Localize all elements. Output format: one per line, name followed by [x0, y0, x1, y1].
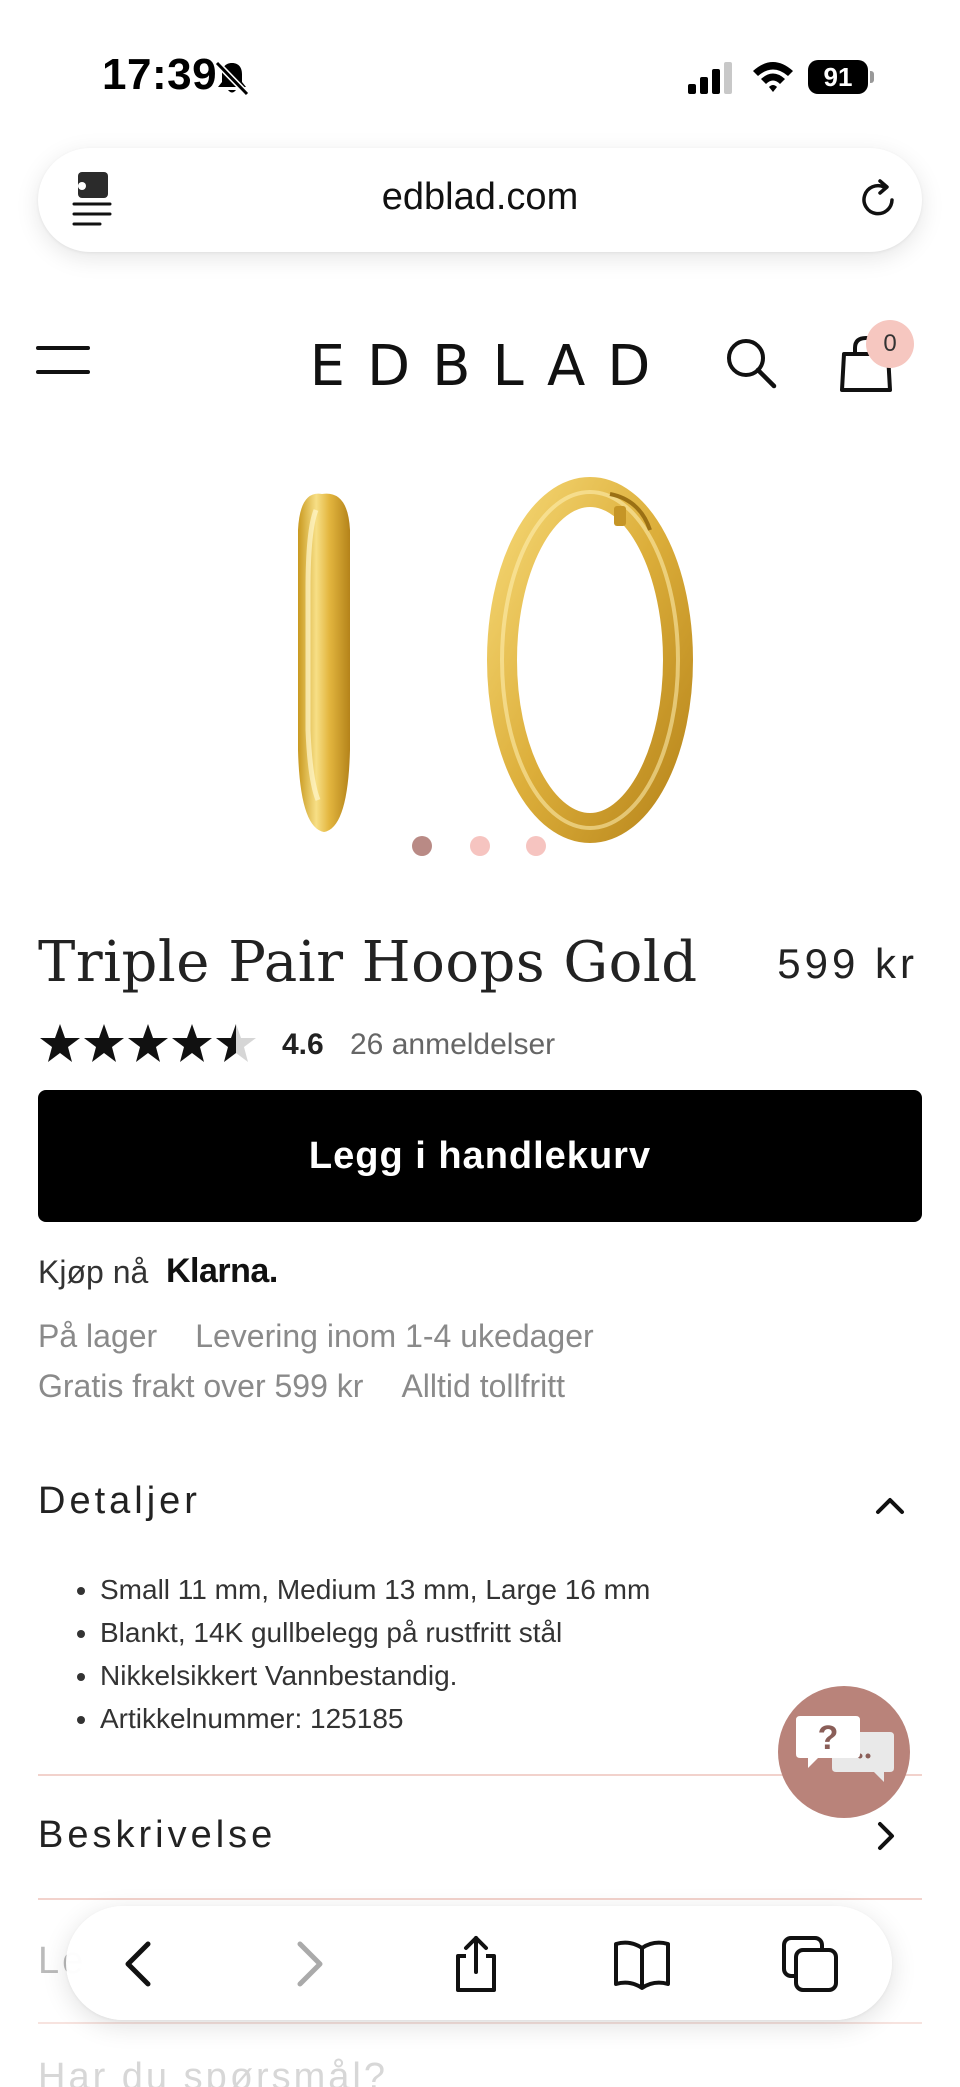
questions-section-header[interactable]: Har du spørsmål?: [38, 2056, 388, 2087]
address-bar[interactable]: edblad.com: [38, 148, 922, 252]
section-divider: [38, 2022, 922, 2024]
carousel-dot-1[interactable]: [412, 836, 432, 856]
shipping-info-row-1: På lager Levering inom 1-4 ukedager: [38, 1318, 632, 1355]
detail-item: Small 11 mm, Medium 13 mm, Large 16 mm: [100, 1568, 650, 1611]
chevron-right-icon[interactable]: [868, 1818, 904, 1854]
section-divider: [38, 1898, 922, 1900]
share-icon[interactable]: [446, 1934, 506, 1994]
details-list: Small 11 mm, Medium 13 mm, Large 16 mm B…: [100, 1568, 650, 1740]
site-logo[interactable]: EDBLAD: [0, 334, 960, 399]
cart-count-badge[interactable]: 0: [866, 320, 914, 368]
tabs-icon[interactable]: [780, 1934, 840, 1994]
bell-muted-icon: [214, 60, 250, 97]
url-text: edblad.com: [381, 176, 579, 218]
product-rating[interactable]: 4.6 26 anmeldelser: [38, 1020, 938, 1070]
site-header: EDBLAD: [0, 320, 960, 410]
add-to-cart-button[interactable]: Legg i handlekurv: [38, 1090, 922, 1222]
bookmarks-icon[interactable]: [612, 1934, 672, 1994]
carousel-dot-2[interactable]: [470, 836, 490, 856]
back-arrow-icon[interactable]: [110, 1934, 170, 1994]
detail-item: Nikkelsikkert Vannbestandig.: [100, 1654, 650, 1697]
cellular-signal-icon: [688, 62, 732, 94]
product-price: 599 kr: [777, 940, 918, 987]
detail-item: Blankt, 14K gullbelegg på rustfritt stål: [100, 1611, 650, 1654]
klarna-label: Kjøp nå: [38, 1254, 149, 1290]
shipping-info-row-2: Gratis frakt over 599 kr Alltid tollfritt: [38, 1368, 603, 1405]
status-bar: 17:39 91: [0, 0, 960, 150]
delivery-time: Levering inom 1-4 ukedager: [195, 1318, 594, 1354]
battery-level: 91: [808, 60, 868, 94]
status-time: 17:39: [102, 50, 218, 99]
product-title: Triple Pair Hoops Gold: [38, 930, 698, 995]
details-section-header[interactable]: Detaljer: [38, 1480, 201, 1523]
chat-help-button[interactable]: ?: [778, 1686, 910, 1818]
review-count-link[interactable]: 26 anmeldelser: [350, 1028, 555, 1062]
reload-icon[interactable]: [856, 178, 900, 222]
free-shipping-text: Gratis frakt over 599 kr: [38, 1368, 364, 1404]
product-image[interactable]: [0, 440, 960, 860]
chevron-up-icon[interactable]: [872, 1488, 908, 1524]
rating-value: 4.6: [282, 1028, 324, 1061]
carousel-dot-3[interactable]: [526, 836, 546, 856]
browser-toolbar: [66, 1906, 892, 2020]
detail-item: Artikkelnummer: 125185: [100, 1697, 650, 1740]
chat-question-icon: ?: [796, 1716, 894, 1782]
duty-free-text: Alltid tollfritt: [401, 1368, 566, 1404]
stock-status: På lager: [38, 1318, 158, 1354]
star-rating-icon: [40, 1024, 256, 1062]
wifi-icon: [753, 62, 793, 92]
svg-text:?: ?: [818, 1719, 839, 1757]
battery-indicator: 91: [808, 60, 874, 94]
description-section-header[interactable]: Beskrivelse: [38, 1814, 276, 1857]
klarna-logo: Klarna.: [166, 1252, 278, 1290]
forward-arrow-icon[interactable]: [278, 1934, 338, 1994]
search-icon[interactable]: [722, 334, 778, 390]
image-carousel-dots: [0, 836, 960, 860]
